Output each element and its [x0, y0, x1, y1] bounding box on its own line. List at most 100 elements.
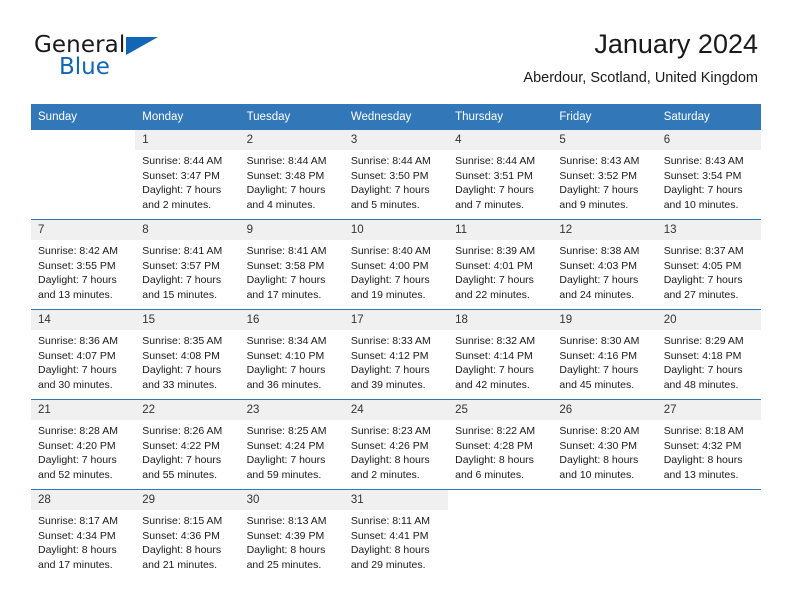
calendar-day-cell[interactable]: 21 Sunrise: 8:28 AM Sunset: 4:20 PM Dayligh… — [31, 399, 136, 490]
calendar-day-cell[interactable]: 12 Sunrise: 8:38 AM Sunset: 4:03 PM Dayligh… — [552, 219, 657, 310]
day-sunset-text: Sunset: 3:54 PM — [663, 169, 742, 182]
calendar-day-cell[interactable]: 25 Sunrise: 8:22 AM Sunset: 4:28 PM Dayligh… — [448, 399, 553, 490]
day-sun-info: Sunrise: 8:13 AM Sunset: 4:39 PM Daylight:… — [240, 510, 344, 572]
calendar-day-cell[interactable]: 1 Sunrise: 8:44 AM Sunset: 3:47 PM Daylight… — [135, 129, 240, 220]
calendar-day-cell[interactable]: 23 Sunrise: 8:25 AM Sunset: 4:24 PM Dayligh… — [239, 399, 344, 490]
calendar-day-cell[interactable]: 31 Sunrise: 8:11 AM Sunset: 4:41 PM Dayligh… — [343, 489, 449, 579]
calendar-day-cell[interactable]: 22 Sunrise: 8:26 AM Sunset: 4:22 PM Dayligh… — [135, 399, 240, 490]
calendar-day-cell[interactable]: 8 Sunrise: 8:41 AM Sunset: 3:57 PM Daylight… — [135, 219, 240, 310]
day-number: 1 — [135, 130, 240, 150]
day-sunrise-text: Sunrise: 8:34 AM — [246, 335, 327, 347]
day-sun-info: Sunrise: 8:34 AM Sunset: 4:10 PM Daylight:… — [240, 330, 344, 392]
day-sun-info: Sunrise: 8:41 AM Sunset: 3:57 PM Daylight:… — [135, 240, 239, 302]
day-number: 19 — [552, 310, 657, 330]
day-sunset-text: Sunset: 4:22 PM — [142, 439, 220, 452]
day-cell-inner: 24 Sunrise: 8:23 AM Sunset: 4:26 PM Dayligh… — [343, 400, 449, 489]
weekday-header-monday: Monday — [135, 104, 240, 130]
day-number — [657, 490, 761, 498]
day-number: 20 — [656, 310, 761, 330]
day-daylight-text: Daylight: 7 hours — [455, 364, 534, 377]
day-sunrise-text: Sunrise: 8:18 AM — [663, 425, 744, 437]
calendar-day-cell[interactable]: 26 Sunrise: 8:20 AM Sunset: 4:30 PM Dayligh… — [552, 399, 657, 490]
calendar-day-cell[interactable]: 28 Sunrise: 8:17 AM Sunset: 4:34 PM Dayligh… — [31, 489, 136, 579]
calendar-day-cell[interactable]: 3 Sunrise: 8:44 AM Sunset: 3:50 PM Daylight… — [343, 129, 449, 220]
day-daylight-text: and 19 minutes. — [350, 288, 426, 301]
day-daylight-text: and 7 minutes. — [455, 198, 525, 211]
day-cell-inner: 5 Sunrise: 8:43 AM Sunset: 3:52 PM Daylight… — [552, 130, 657, 219]
day-number: 10 — [343, 220, 449, 240]
day-number: 13 — [656, 220, 761, 240]
day-daylight-text: Daylight: 8 hours — [455, 454, 534, 467]
day-daylight-text: Daylight: 7 hours — [142, 274, 222, 287]
day-cell-inner: 7 Sunrise: 8:42 AM Sunset: 3:55 PM Daylight… — [31, 220, 136, 309]
day-daylight-text: and 45 minutes. — [559, 378, 635, 391]
calendar-day-cell[interactable]: 4 Sunrise: 8:44 AM Sunset: 3:51 PM Daylight… — [448, 129, 553, 220]
day-daylight-text: Daylight: 7 hours — [455, 184, 534, 197]
day-daylight-text: and 17 minutes. — [246, 288, 322, 301]
day-sun-info: Sunrise: 8:20 AM Sunset: 4:30 PM Daylight:… — [552, 420, 656, 482]
day-cell-inner: 14 Sunrise: 8:36 AM Sunset: 4:07 PM Dayligh… — [31, 310, 136, 399]
day-daylight-text: Daylight: 8 hours — [38, 544, 117, 557]
brand-logo[interactable]: General Blue — [34, 32, 264, 88]
day-daylight-text: Daylight: 7 hours — [38, 274, 117, 287]
day-sunset-text: Sunset: 4:12 PM — [350, 349, 429, 362]
day-daylight-text: and 13 minutes. — [663, 468, 739, 481]
day-sunrise-text: Sunrise: 8:26 AM — [142, 425, 223, 437]
calendar-day-cell[interactable]: 11 Sunrise: 8:39 AM Sunset: 4:01 PM Dayligh… — [448, 219, 553, 310]
calendar-day-cell[interactable]: 16 Sunrise: 8:34 AM Sunset: 4:10 PM Dayligh… — [239, 309, 344, 400]
day-daylight-text: Daylight: 7 hours — [38, 364, 117, 377]
day-sunset-text: Sunset: 3:55 PM — [38, 259, 116, 272]
day-sunset-text: Sunset: 4:10 PM — [246, 349, 325, 362]
weekday-header-tuesday: Tuesday — [239, 104, 344, 130]
calendar-day-cell[interactable]: 19 Sunrise: 8:30 AM Sunset: 4:16 PM Dayligh… — [552, 309, 657, 400]
calendar-day-cell[interactable]: 2 Sunrise: 8:44 AM Sunset: 3:48 PM Daylight… — [239, 129, 344, 220]
day-cell-inner — [657, 490, 761, 579]
calendar-day-cell[interactable]: 5 Sunrise: 8:43 AM Sunset: 3:52 PM Daylight… — [552, 129, 657, 220]
day-cell-inner: 2 Sunrise: 8:44 AM Sunset: 3:48 PM Daylight… — [239, 130, 344, 219]
day-number: 5 — [552, 130, 657, 150]
day-daylight-text: and 17 minutes. — [38, 558, 113, 571]
weekday-header-sunday: Sunday — [31, 104, 136, 130]
day-sunset-text: Sunset: 3:52 PM — [559, 169, 638, 182]
weekday-header-thursday: Thursday — [448, 104, 553, 130]
calendar-day-cell[interactable]: 18 Sunrise: 8:32 AM Sunset: 4:14 PM Dayligh… — [448, 309, 553, 400]
day-sun-info: Sunrise: 8:32 AM Sunset: 4:14 PM Daylight:… — [448, 330, 552, 392]
day-daylight-text: and 2 minutes. — [142, 198, 212, 211]
day-cell-inner: 25 Sunrise: 8:22 AM Sunset: 4:28 PM Dayligh… — [448, 400, 553, 489]
day-daylight-text: Daylight: 7 hours — [246, 274, 326, 287]
calendar-day-cell[interactable]: 15 Sunrise: 8:35 AM Sunset: 4:08 PM Dayligh… — [135, 309, 240, 400]
day-sun-info: Sunrise: 8:25 AM Sunset: 4:24 PM Daylight:… — [240, 420, 344, 482]
calendar-day-cell[interactable]: 7 Sunrise: 8:42 AM Sunset: 3:55 PM Daylight… — [31, 219, 136, 310]
calendar-cell-empty — [448, 489, 553, 579]
day-daylight-text: and 13 minutes. — [38, 288, 113, 301]
day-cell-inner: 9 Sunrise: 8:41 AM Sunset: 3:58 PM Daylight… — [239, 220, 344, 309]
calendar-day-cell[interactable]: 13 Sunrise: 8:37 AM Sunset: 4:05 PM Dayligh… — [656, 219, 761, 310]
calendar-day-cell[interactable]: 14 Sunrise: 8:36 AM Sunset: 4:07 PM Dayligh… — [31, 309, 136, 400]
day-sun-info: Sunrise: 8:26 AM Sunset: 4:22 PM Daylight:… — [135, 420, 239, 482]
day-cell-inner: 11 Sunrise: 8:39 AM Sunset: 4:01 PM Dayligh… — [448, 220, 553, 309]
calendar-week-row: 7 Sunrise: 8:42 AM Sunset: 3:55 PM Daylight… — [31, 219, 761, 310]
day-cell-inner: 15 Sunrise: 8:35 AM Sunset: 4:08 PM Dayligh… — [135, 310, 240, 399]
calendar-day-cell[interactable]: 10 Sunrise: 8:40 AM Sunset: 4:00 PM Dayligh… — [343, 219, 449, 310]
day-sunset-text: Sunset: 4:00 PM — [350, 259, 429, 272]
day-cell-inner: 18 Sunrise: 8:32 AM Sunset: 4:14 PM Dayligh… — [448, 310, 553, 399]
calendar-day-cell[interactable]: 30 Sunrise: 8:13 AM Sunset: 4:39 PM Dayligh… — [239, 489, 344, 579]
calendar-table: Sunday Monday Tuesday Wednesday Thursday Frid… — [31, 104, 761, 579]
calendar-day-cell[interactable]: 24 Sunrise: 8:23 AM Sunset: 4:26 PM Dayligh… — [343, 399, 449, 490]
calendar-day-cell[interactable]: 6 Sunrise: 8:43 AM Sunset: 3:54 PM Daylight… — [656, 129, 761, 220]
calendar-day-cell[interactable]: 9 Sunrise: 8:41 AM Sunset: 3:58 PM Daylight… — [239, 219, 344, 310]
calendar-day-cell[interactable]: 29 Sunrise: 8:15 AM Sunset: 4:36 PM Dayligh… — [135, 489, 240, 579]
day-number: 11 — [448, 220, 553, 240]
day-sun-info: Sunrise: 8:37 AM Sunset: 4:05 PM Daylight:… — [657, 240, 761, 302]
day-daylight-text: and 30 minutes. — [38, 378, 113, 391]
day-daylight-text: Daylight: 7 hours — [455, 274, 534, 287]
day-sun-info: Sunrise: 8:29 AM Sunset: 4:18 PM Daylight:… — [657, 330, 761, 392]
day-number: 21 — [31, 400, 136, 420]
day-number: 9 — [239, 220, 344, 240]
calendar-day-cell[interactable]: 20 Sunrise: 8:29 AM Sunset: 4:18 PM Dayligh… — [656, 309, 761, 400]
day-daylight-text: and 2 minutes. — [350, 468, 420, 481]
day-sunrise-text: Sunrise: 8:17 AM — [38, 515, 118, 527]
calendar-day-cell[interactable]: 27 Sunrise: 8:18 AM Sunset: 4:32 PM Dayligh… — [656, 399, 761, 490]
day-cell-inner — [552, 490, 656, 579]
calendar-day-cell[interactable]: 17 Sunrise: 8:33 AM Sunset: 4:12 PM Dayligh… — [343, 309, 449, 400]
